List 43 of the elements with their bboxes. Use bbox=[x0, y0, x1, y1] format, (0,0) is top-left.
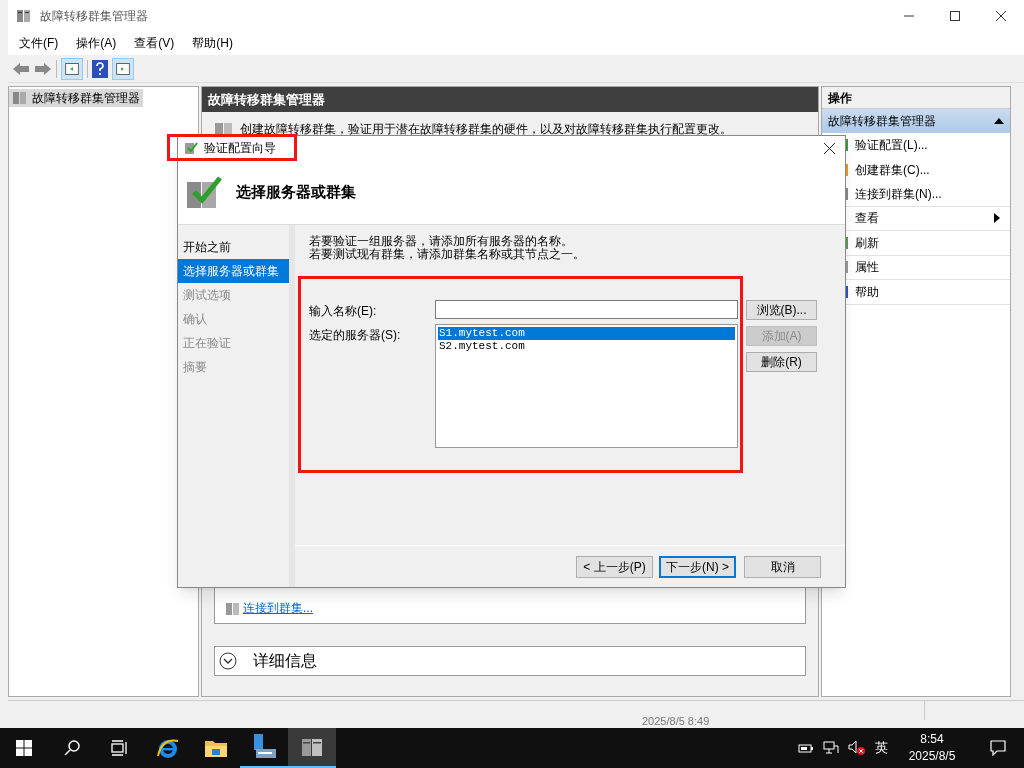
action-item[interactable]: 连接到群集(N)... bbox=[855, 184, 942, 203]
field-label: 选定的服务器(S): bbox=[309, 327, 402, 344]
wizard-step: 测试选项 bbox=[178, 283, 289, 307]
connect-cluster-link[interactable]: 连接到群集... bbox=[243, 599, 313, 617]
action-item[interactable]: 验证配置(L)... bbox=[855, 136, 928, 155]
server-list-item[interactable]: S1.mytest.com bbox=[438, 327, 735, 340]
section-header[interactable]: 故障转移群集管理器 bbox=[822, 109, 1010, 133]
action-item[interactable]: 创建群集(C)... bbox=[855, 160, 930, 179]
pane-header: 操作 bbox=[822, 87, 1010, 109]
instruction-text: 若要测试现有群集，请添加群集名称或其节点之一。 bbox=[309, 248, 585, 261]
instruction-text: 若要验证一组服务器，请添加所有服务器的名称。 bbox=[309, 235, 573, 248]
dialog-button[interactable]: 删除(R) bbox=[746, 352, 817, 372]
description-text: 创建故障转移群集，验证用于潜在故障转移群集的硬件，以及对故障转移群集执行配置更改。 bbox=[240, 121, 732, 138]
action-item[interactable]: 查看 bbox=[855, 209, 879, 228]
dialog-button[interactable]: 浏览(B)... bbox=[746, 300, 817, 320]
clock-time[interactable]: 8:54 bbox=[920, 731, 944, 748]
wizard-step: 开始之前 bbox=[178, 235, 289, 259]
action-item[interactable]: 刷新 bbox=[855, 233, 879, 252]
server-list-item[interactable]: S2.mytest.com bbox=[438, 340, 735, 353]
dialog-button[interactable]: 取消 bbox=[744, 555, 821, 578]
field-label: 输入名称(E): bbox=[309, 303, 378, 320]
wizard-step: 正在验证 bbox=[178, 331, 289, 355]
menu-item[interactable]: 查看(V) bbox=[125, 34, 184, 52]
wizard-step: 摘要 bbox=[178, 355, 289, 379]
wizard-step: 确认 bbox=[178, 307, 289, 331]
wizard-step: 选择服务器或群集 bbox=[178, 259, 289, 283]
action-item[interactable]: 属性 bbox=[855, 258, 879, 277]
dialog-button[interactable]: < 上一步(P) bbox=[576, 555, 653, 578]
clock-date[interactable]: 2025/8/5 bbox=[908, 748, 956, 765]
page-heading: 选择服务器或群集 bbox=[236, 181, 356, 202]
menu-item[interactable]: 帮助(H) bbox=[183, 34, 242, 52]
input-method-indicator[interactable]: 英 bbox=[875, 738, 888, 758]
date-text: 2025/8/5 8:49 bbox=[642, 714, 710, 728]
details-section[interactable]: 详细信息 bbox=[214, 646, 806, 676]
window-title: 故障转移群集管理器 bbox=[40, 7, 148, 25]
dialog-button[interactable]: 下一步(N) > bbox=[659, 555, 736, 578]
menu-item[interactable]: 文件(F) bbox=[10, 34, 68, 52]
menu-item[interactable]: 操作(A) bbox=[67, 34, 126, 52]
dialog-title: 验证配置向导 bbox=[204, 140, 276, 157]
action-item[interactable]: 帮助 bbox=[855, 282, 879, 301]
tree-item[interactable]: 故障转移群集管理器 bbox=[9, 89, 143, 107]
server-list[interactable]: S1.mytest.com S2.mytest.com bbox=[435, 324, 738, 448]
pane-header: 故障转移群集管理器 bbox=[202, 87, 818, 112]
